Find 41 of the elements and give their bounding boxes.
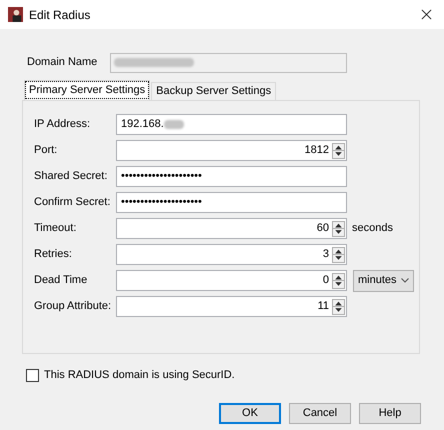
close-icon[interactable] (421, 9, 432, 20)
dialog-button[interactable]: OK (219, 402, 281, 424)
field-label: Confirm Secret: (34, 195, 112, 210)
spin-field[interactable]: 3 (116, 244, 347, 265)
password-field[interactable]: ••••••••••••••••••••• (116, 166, 347, 187)
field-label: Group Attribute: (34, 299, 112, 314)
spinner[interactable] (332, 298, 345, 314)
spin-field[interactable]: 11 (116, 296, 347, 317)
spinner[interactable] (332, 220, 345, 236)
field-label: Dead Time (34, 273, 88, 288)
tab[interactable]: Backup Server Settings (151, 82, 276, 100)
field-value: 0 (322, 273, 329, 288)
field-label: Timeout: (34, 221, 78, 236)
field-label: IP Address: (34, 117, 92, 132)
window-title: Edit Radius (29, 6, 90, 24)
field-label: Port: (34, 143, 58, 158)
spinner[interactable] (332, 142, 345, 158)
field-value: 60 (316, 221, 329, 236)
spin-field[interactable]: 60 (116, 218, 347, 239)
field-value: 3 (322, 247, 329, 262)
field-label: Shared Secret: (34, 169, 108, 184)
unit-dropdown[interactable]: minutes (353, 270, 414, 292)
spin-field[interactable]: 0 (116, 270, 347, 291)
field-value: 11 (318, 299, 329, 314)
field-value: 192.168. (121, 117, 164, 132)
dialog-button[interactable]: Help (359, 402, 421, 424)
checkbox[interactable] (26, 368, 39, 382)
spinner[interactable] (332, 246, 345, 262)
field-value: 1812 (304, 143, 329, 158)
spin-field[interactable]: 1812 (116, 140, 347, 161)
chevron-down-icon (401, 278, 409, 283)
checkbox-label: This RADIUS domain is using SecurID. (44, 368, 235, 383)
password-field[interactable]: ••••••••••••••••••••• (116, 192, 347, 213)
tab[interactable]: Primary Server Settings (24, 80, 150, 100)
unit-label: seconds (352, 221, 393, 236)
field-label: Domain Name (27, 55, 98, 70)
input-field[interactable]: 192.168. (116, 114, 347, 135)
spinner[interactable] (332, 272, 345, 288)
dialog-button[interactable]: Cancel (289, 402, 351, 424)
field-label: Retries: (34, 247, 73, 262)
app-icon (8, 7, 23, 22)
